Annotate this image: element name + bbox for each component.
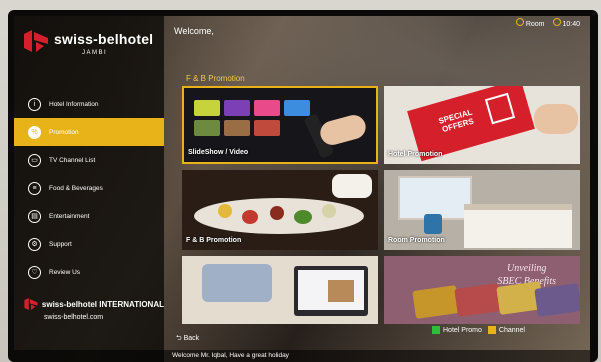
review-icon: ♡ bbox=[28, 265, 41, 279]
tile-slideshow-video[interactable]: SlideShow / Video bbox=[182, 86, 378, 164]
chef-image bbox=[332, 174, 372, 198]
sidebar-item-label: Entertainment bbox=[49, 212, 90, 220]
legend-item: Channel bbox=[487, 326, 525, 334]
brand-footer-url: swiss-belhotel.com bbox=[44, 314, 104, 321]
pillow-image bbox=[202, 264, 272, 302]
room-icon bbox=[515, 18, 524, 26]
support-icon: ⚙ bbox=[28, 237, 41, 251]
entertainment-icon: ▤ bbox=[28, 209, 41, 223]
sidebar-item-label: Food & Beverages bbox=[49, 184, 103, 192]
chair-image bbox=[424, 214, 442, 234]
sidebar-item-tv-channel-list[interactable]: ▭ TV Channel List bbox=[14, 146, 164, 174]
food-icon: ≡ bbox=[28, 181, 41, 195]
tile-hotel-promotion[interactable]: SPECIAL OFFERS Hotel Promotion bbox=[384, 86, 580, 164]
sidebar-item-review-us[interactable]: ♡ Review Us bbox=[14, 258, 164, 286]
sidebar-item-support[interactable]: ⚙ Support bbox=[14, 230, 164, 258]
sidebar-item-label: Support bbox=[49, 240, 72, 248]
tile-online-promo[interactable] bbox=[182, 256, 378, 324]
member-card bbox=[454, 283, 502, 317]
clock-time: 10:40 bbox=[562, 21, 580, 28]
room-label: Room bbox=[525, 21, 545, 28]
tile-fb-promotion[interactable]: F & B Promotion bbox=[182, 170, 378, 250]
color-legend: Hotel Promo Channel bbox=[432, 326, 525, 334]
sidebar: swiss-belhotel JAMBI i Hotel Information… bbox=[14, 16, 164, 362]
member-card bbox=[412, 285, 460, 319]
tv-screen: swiss-belhotel JAMBI i Hotel Information… bbox=[14, 16, 590, 362]
tv-icon: ▭ bbox=[28, 153, 41, 167]
hand-image bbox=[534, 104, 578, 134]
tile-caption: SlideShow / Video bbox=[188, 149, 249, 156]
section-title: F & B Promotion bbox=[186, 74, 245, 83]
yellow-key-icon bbox=[487, 326, 496, 334]
promotion-icon: % bbox=[28, 125, 41, 139]
info-icon: i bbox=[28, 97, 41, 111]
sidebar-item-label: Promotion bbox=[49, 128, 79, 136]
tile-room-promotion[interactable]: Room Promotion bbox=[384, 170, 580, 250]
sidebar-item-hotel-information[interactable]: i Hotel Information bbox=[14, 90, 164, 118]
bed-image bbox=[464, 204, 572, 248]
tile-caption: Room Promotion bbox=[388, 237, 445, 244]
special-offers-text: SPECIAL OFFERS bbox=[437, 107, 475, 135]
welcome-title: Welcome, bbox=[174, 26, 214, 36]
status-bar: Room 10:40 bbox=[515, 18, 580, 28]
brand-footer: swiss-belhotel INTERNATIONAL swiss-belho… bbox=[24, 298, 164, 321]
tile-caption: F & B Promotion bbox=[186, 237, 242, 244]
back-button[interactable]: ⮌ Back bbox=[176, 334, 199, 345]
sidebar-item-promotion[interactable]: % Promotion bbox=[14, 118, 164, 146]
hotel-name: swiss-belhotel bbox=[54, 31, 154, 47]
brand-footer-name: swiss-belhotel INTERNATIONAL bbox=[41, 299, 164, 309]
brand-mark-icon bbox=[24, 30, 48, 52]
brand-mark-icon bbox=[24, 298, 38, 310]
tile-sbec-benefits[interactable]: Unveiling SBEC Benefits bbox=[384, 256, 580, 324]
gift-icon bbox=[484, 92, 516, 125]
sidebar-item-food-beverages[interactable]: ≡ Food & Beverages bbox=[14, 174, 164, 202]
special-offers-badge: SPECIAL OFFERS bbox=[407, 86, 535, 162]
tile-caption: Hotel Promotion bbox=[388, 151, 443, 158]
sidebar-item-label: TV Channel List bbox=[49, 156, 96, 164]
member-card bbox=[534, 283, 580, 317]
sidebar-item-label: Hotel Information bbox=[49, 100, 99, 108]
legend-item: Hotel Promo bbox=[432, 326, 482, 334]
sidebar-item-entertainment[interactable]: ▤ Entertainment bbox=[14, 202, 164, 230]
clock-icon bbox=[552, 18, 561, 26]
laptop-image bbox=[294, 266, 368, 316]
promo-grid: SlideShow / Video SPECIAL OFFERS Hotel P… bbox=[182, 86, 586, 346]
hotel-location: JAMBI bbox=[82, 50, 108, 56]
sidebar-menu: i Hotel Information % Promotion ▭ TV Cha… bbox=[14, 90, 164, 286]
welcome-ticker: Welcome Mr. Iqbal, Have a great holiday bbox=[14, 350, 590, 362]
sidebar-item-label: Review Us bbox=[49, 268, 81, 276]
green-key-icon bbox=[432, 326, 440, 334]
back-arrow-icon: ⮌ bbox=[176, 335, 184, 342]
hotel-logo: swiss-belhotel JAMBI bbox=[24, 28, 159, 68]
